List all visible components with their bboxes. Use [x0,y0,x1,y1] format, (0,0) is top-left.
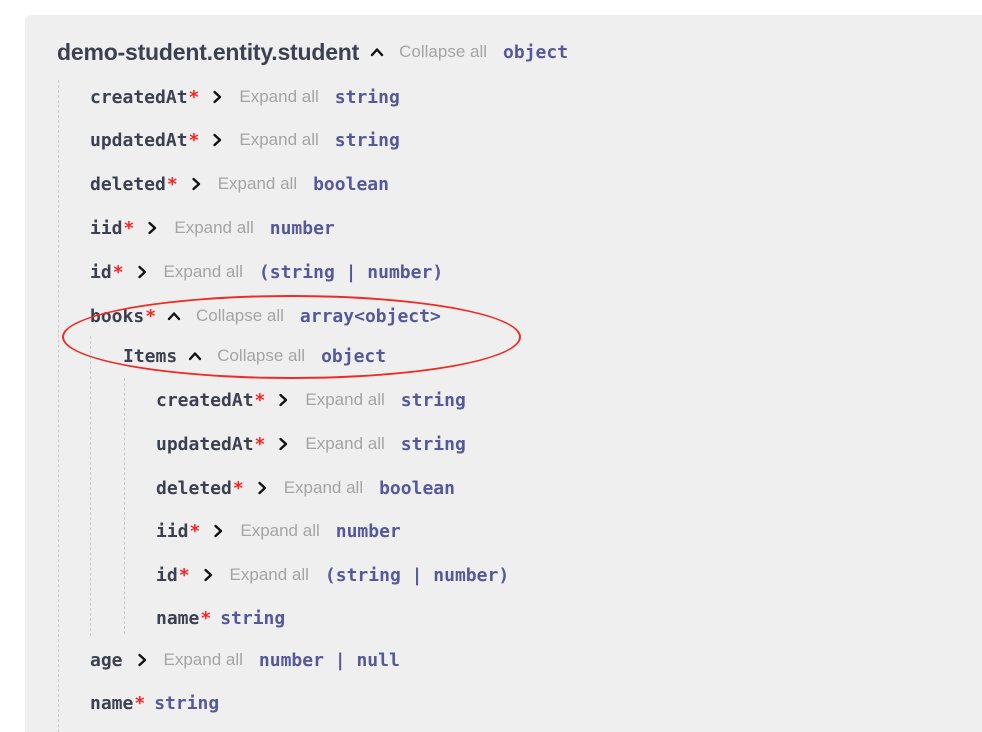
property-row: createdAt * Expand all string [90,83,400,111]
expand-all-link[interactable]: Expand all [305,434,384,454]
items-label[interactable]: Items [123,346,177,367]
item-property-row: createdAt * Expand all string [156,386,466,414]
property-name[interactable]: createdAt [156,390,254,411]
expand-all-link[interactable]: Expand all [239,87,318,107]
chevron-right-icon[interactable] [275,436,291,452]
collapse-all-link[interactable]: Collapse all [196,306,284,326]
required-marker: * [188,129,200,151]
property-name[interactable]: id [156,565,178,586]
type-label: array<object> [299,305,441,327]
property-name[interactable]: iid [156,521,189,542]
chevron-right-icon[interactable] [210,523,226,539]
type-label: string [334,129,400,151]
chevron-right-icon[interactable] [144,220,160,236]
type-label: (string | number) [324,564,510,586]
type-label: (string | number) [258,261,444,283]
chevron-right-icon[interactable] [200,567,216,583]
expand-all-link[interactable]: Expand all [218,174,297,194]
property-row: name * string [90,689,219,717]
property-row-books: books * Collapse all array<object> [90,302,441,330]
type-label: boolean [379,477,455,499]
property-row: id * Expand all (string | number) [90,258,443,286]
property-name[interactable]: id [90,262,112,283]
chevron-right-icon[interactable] [209,132,225,148]
required-marker: * [134,692,146,714]
chevron-up-icon[interactable] [187,348,203,364]
chevron-right-icon[interactable] [188,176,204,192]
schema-header: demo-student.entity.student Collapse all… [57,38,568,66]
required-marker: * [254,389,266,411]
property-name: name [156,607,200,629]
required-marker: * [200,607,212,629]
expand-all-link[interactable]: Expand all [240,521,319,541]
property-name[interactable]: age [90,650,123,671]
indent-guide-books [90,336,91,636]
expand-all-link[interactable]: Expand all [174,218,253,238]
type-label: string [154,692,220,714]
collapse-all-link[interactable]: Collapse all [399,42,487,62]
required-marker: * [232,477,244,499]
type-label: string [400,433,466,455]
required-marker: * [254,433,266,455]
chevron-right-icon[interactable] [275,392,291,408]
type-label: string [400,389,466,411]
property-name[interactable]: books [90,306,144,327]
required-marker: * [166,173,178,195]
item-property-row: updatedAt * Expand all string [156,430,466,458]
type-label: number [335,520,401,542]
chevron-right-icon[interactable] [134,264,150,280]
property-name: name [90,692,134,714]
property-name[interactable]: deleted [156,478,232,499]
item-property-row: id * Expand all (string | number) [156,561,509,589]
type-label: object [503,41,569,63]
expand-all-link[interactable]: Expand all [284,478,363,498]
required-marker: * [123,217,135,239]
required-marker: * [112,261,124,283]
property-name[interactable]: updatedAt [156,434,254,455]
type-label: boolean [313,173,389,195]
property-name[interactable]: createdAt [90,87,188,108]
items-row: Items Collapse all object [123,342,386,370]
indent-guide-root [58,80,59,732]
property-name[interactable]: updatedAt [90,130,188,151]
required-marker: * [178,564,190,586]
property-name[interactable]: deleted [90,174,166,195]
type-label: string [334,86,400,108]
chevron-right-icon[interactable] [209,89,225,105]
expand-all-link[interactable]: Expand all [305,390,384,410]
property-name[interactable]: iid [90,218,123,239]
expand-all-link[interactable]: Expand all [164,650,243,670]
chevron-up-icon[interactable] [369,44,385,60]
chevron-right-icon[interactable] [254,480,270,496]
item-property-row: deleted * Expand all boolean [156,474,455,502]
type-label: string [220,607,286,629]
property-row: deleted * Expand all boolean [90,170,389,198]
indent-guide-items [124,378,125,634]
property-row: updatedAt * Expand all string [90,126,400,154]
required-marker: * [189,520,201,542]
item-property-row: iid * Expand all number [156,517,401,545]
type-label: number | null [258,649,400,671]
collapse-all-link[interactable]: Collapse all [217,346,305,366]
expand-all-link[interactable]: Expand all [164,262,243,282]
type-label: object [321,345,387,367]
expand-all-link[interactable]: Expand all [239,130,318,150]
expand-all-link[interactable]: Expand all [230,565,309,585]
required-marker: * [188,86,200,108]
chevron-up-icon[interactable] [166,308,182,324]
chevron-right-icon[interactable] [134,652,150,668]
schema-title[interactable]: demo-student.entity.student [57,39,359,66]
required-marker: * [145,305,157,327]
type-label: number [269,217,335,239]
item-property-row: name * string [156,604,285,632]
property-row: iid * Expand all number [90,214,335,242]
property-row: age Expand all number | null [90,646,400,674]
